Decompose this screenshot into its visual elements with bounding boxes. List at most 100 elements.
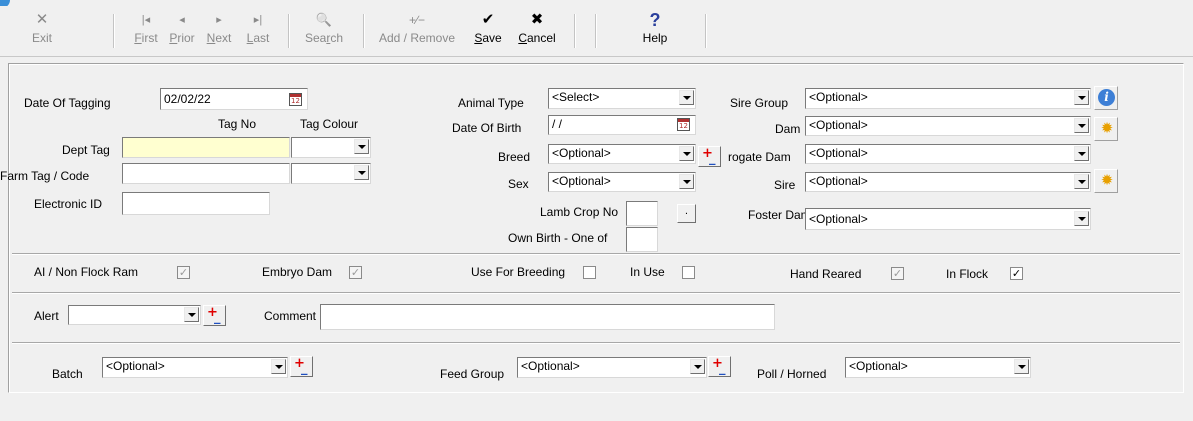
foster-dam-label: Foster Dam — [748, 208, 811, 222]
dam-select[interactable]: <Optional> — [805, 116, 1091, 136]
calendar-icon[interactable] — [289, 93, 302, 106]
chevron-down-icon[interactable] — [1014, 359, 1029, 374]
prior-button[interactable]: ◂ Prior — [164, 8, 200, 52]
in-flock-checkbox[interactable]: ✓ — [1010, 267, 1023, 280]
gear-icon: ✹ — [1100, 171, 1114, 189]
poll-horned-select[interactable]: <Optional> — [845, 357, 1031, 378]
alert-select[interactable] — [68, 305, 201, 325]
lamb-crop-lookup-button[interactable]: . — [677, 204, 696, 223]
in-use-checkbox[interactable] — [682, 266, 695, 279]
hand-reared-checkbox[interactable]: ✓ — [891, 267, 904, 280]
toolbar-separator — [288, 14, 290, 48]
first-record-icon: |◂ — [141, 14, 151, 26]
date-of-tagging-field[interactable]: 02/02/22 — [160, 88, 308, 110]
dept-tag-label: Dept Tag — [62, 143, 110, 157]
add-batch-button[interactable]: + _ — [290, 356, 313, 377]
dept-tag-colour-select[interactable] — [291, 137, 371, 158]
prior-label: Prior — [169, 31, 195, 45]
toolbar-separator — [113, 14, 115, 48]
embryo-dam-label: Embryo Dam — [262, 265, 333, 279]
chevron-down-icon[interactable] — [679, 146, 694, 161]
embryo-dam-checkbox[interactable]: ✓ — [349, 266, 362, 279]
help-button[interactable]: ? Help — [633, 8, 677, 52]
cancel-button[interactable]: ✖ Cancel — [513, 8, 561, 52]
toolbar-separator — [574, 14, 576, 48]
prior-record-icon: ◂ — [179, 14, 185, 26]
calendar-icon[interactable] — [677, 118, 690, 131]
alert-label: Alert — [34, 309, 59, 323]
farm-tag-colour-select[interactable] — [291, 163, 371, 184]
add-alert-button[interactable]: + _ — [203, 305, 226, 326]
breed-label: Breed — [498, 150, 531, 164]
next-button[interactable]: ▸ Next — [201, 8, 237, 52]
info-icon: i — [1098, 89, 1115, 106]
add-remove-icon: +∕− — [408, 13, 426, 27]
dam-lookup-button[interactable]: ✹ — [1094, 117, 1118, 141]
sire-group-select[interactable]: <Optional> — [805, 88, 1091, 109]
sire-label: Sire — [774, 178, 796, 192]
chevron-down-icon[interactable] — [1074, 118, 1089, 133]
batch-select[interactable]: <Optional> — [102, 357, 288, 378]
chevron-down-icon[interactable] — [271, 359, 286, 374]
divider — [12, 342, 1180, 344]
first-button[interactable]: |◂ First — [128, 8, 164, 52]
sire-select[interactable]: <Optional> — [805, 172, 1091, 192]
exit-button[interactable]: ✕ Exit — [22, 8, 62, 52]
help-question-icon: ? — [649, 10, 661, 30]
tag-colour-header: Tag Colour — [300, 117, 359, 131]
lamb-crop-no-label: Lamb Crop No — [540, 205, 619, 219]
first-label: First — [134, 31, 158, 45]
date-of-birth-field[interactable]: / / — [548, 115, 696, 135]
next-record-icon: ▸ — [216, 14, 222, 26]
chevron-down-icon[interactable] — [1074, 146, 1089, 161]
feed-group-select[interactable]: <Optional> — [517, 357, 707, 378]
electronic-id-input[interactable] — [122, 192, 270, 215]
add-remove-button[interactable]: +∕− Add / Remove — [371, 8, 463, 52]
poll-horned-label: Poll / Horned — [757, 367, 827, 381]
last-record-icon: ▸| — [253, 14, 263, 26]
checkmark-icon: ✔ — [481, 11, 495, 28]
add-breed-button[interactable]: + _ — [698, 146, 721, 167]
animal-type-label: Animal Type — [458, 96, 524, 110]
comment-input[interactable] — [320, 304, 775, 330]
chevron-down-icon[interactable] — [1074, 90, 1089, 105]
dept-tag-input[interactable] — [122, 137, 290, 158]
close-icon: ✕ — [35, 11, 49, 28]
surrogate-dam-select[interactable]: <Optional> — [805, 144, 1091, 164]
chevron-down-icon[interactable] — [679, 90, 694, 105]
farm-tag-input[interactable] — [122, 163, 290, 184]
ai-non-flock-ram-checkbox[interactable]: ✓ — [177, 266, 190, 279]
cancel-x-icon: ✖ — [530, 11, 544, 28]
use-for-breeding-checkbox[interactable] — [583, 266, 596, 279]
sex-select[interactable]: <Optional> — [548, 172, 696, 192]
electronic-id-label: Electronic ID — [34, 197, 103, 211]
chevron-down-icon[interactable] — [690, 359, 705, 374]
lamb-crop-no-input[interactable] — [626, 201, 658, 226]
foster-dam-select[interactable]: <Optional> — [805, 208, 1091, 230]
sire-group-info-button[interactable]: i — [1094, 86, 1118, 110]
chevron-down-icon[interactable] — [354, 165, 369, 180]
own-birth-label: Own Birth - One of — [508, 231, 608, 245]
sire-group-label: Sire Group — [730, 96, 789, 110]
chevron-down-icon[interactable] — [1074, 211, 1089, 226]
in-use-label: In Use — [630, 265, 665, 279]
ai-non-flock-ram-label: AI / Non Flock Ram — [34, 265, 139, 279]
search-label: Search — [304, 31, 344, 45]
add-feed-group-button[interactable]: + _ — [708, 356, 731, 377]
chevron-down-icon[interactable] — [1074, 174, 1089, 189]
chevron-down-icon[interactable] — [679, 174, 694, 189]
comment-label: Comment — [264, 309, 317, 323]
last-button[interactable]: ▸| Last — [240, 8, 276, 52]
save-button[interactable]: ✔ Save — [470, 8, 506, 52]
divider — [12, 253, 1180, 255]
breed-select[interactable]: <Optional> — [548, 144, 696, 164]
farm-tag-label: Farm Tag / Code — [0, 169, 90, 183]
chevron-down-icon[interactable] — [354, 139, 369, 154]
own-birth-input[interactable] — [626, 227, 658, 252]
animal-type-select[interactable]: <Select> — [548, 88, 696, 109]
search-button[interactable]: 🔍 Search — [297, 8, 351, 52]
sire-lookup-button[interactable]: ✹ — [1094, 169, 1118, 193]
chevron-down-icon[interactable] — [184, 307, 199, 322]
batch-label: Batch — [52, 367, 83, 381]
dam-label: Dam — [775, 122, 801, 136]
